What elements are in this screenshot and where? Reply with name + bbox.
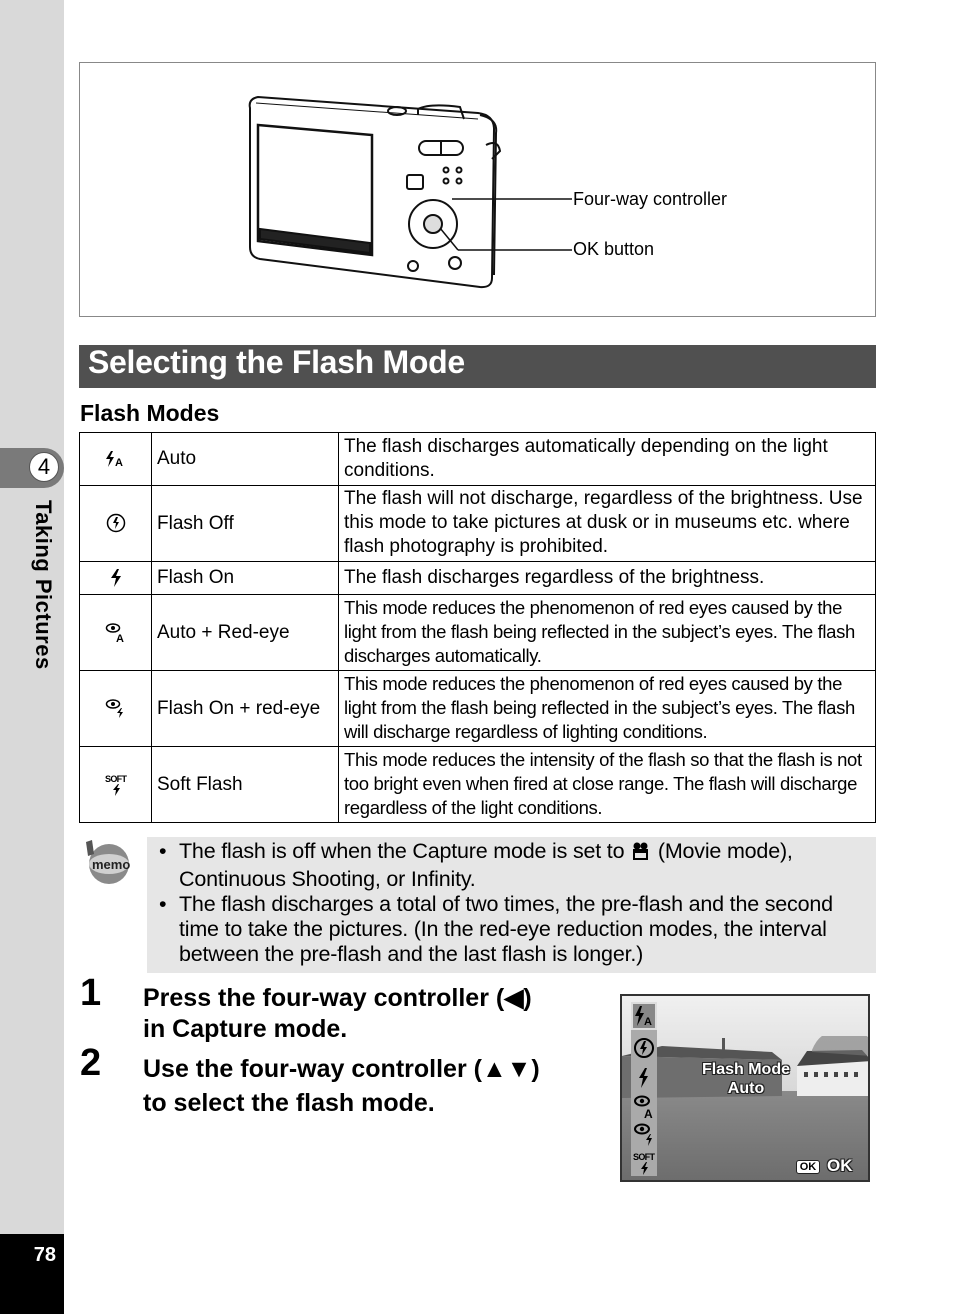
memo-item: The flash discharges a total of two time…	[159, 892, 866, 967]
subsection-title: Flash Modes	[80, 400, 220, 426]
lcd-selected-value: Auto	[727, 1080, 765, 1097]
lcd-menu-item-selected: A	[631, 1002, 657, 1030]
memo-box: The flash is off when the Capture mode i…	[147, 837, 876, 973]
table-row: Flash On The flash discharges regardless…	[79, 561, 876, 595]
svg-text:A: A	[644, 1107, 653, 1120]
page-number: 78	[33, 1244, 56, 1266]
flash-on-icon	[639, 1068, 648, 1088]
section-title: Selecting the Flash Mode	[88, 344, 465, 380]
lcd-ok-key: OK	[796, 1160, 820, 1174]
flash-off-icon	[634, 1038, 654, 1058]
table-row: Flash Off The flash will not discharge, …	[79, 485, 876, 562]
camera-illustration: Four-way controller OK button	[79, 62, 876, 317]
lcd-menu-item	[631, 1038, 657, 1066]
step-instruction: Press the four-way controller (◀) in Cap…	[143, 984, 532, 1043]
mode-name: Flash On	[151, 561, 339, 595]
lcd-menu-item: SOFT	[631, 1150, 657, 1178]
svg-text:SOFT: SOFT	[633, 1152, 656, 1162]
flash-on-icon	[110, 568, 121, 587]
svg-text:A: A	[116, 633, 124, 643]
step-number: 2	[80, 1042, 102, 1084]
mode-description: The flash discharges automatically depen…	[338, 432, 876, 486]
memo-item: The flash is off when the Capture mode i…	[159, 839, 866, 892]
svg-text:SOFT: SOFT	[105, 774, 128, 784]
flash-on-red-eye-icon	[634, 1123, 652, 1146]
mode-description: This mode reduces the phenomenon of red …	[338, 670, 876, 747]
callout-ok-button: OK button	[573, 239, 655, 259]
lcd-screen-preview: A A SOFT Flash Mode Auto OK OK	[620, 994, 870, 1182]
svg-text:A: A	[644, 1016, 652, 1028]
soft-flash-icon: SOFT	[633, 1152, 656, 1175]
svg-text:A: A	[115, 457, 123, 468]
callout-four-way-controller: Four-way controller	[573, 189, 728, 209]
lcd-ok-label: OK	[827, 1156, 853, 1175]
mode-description: The flash discharges regardless of the b…	[338, 561, 876, 595]
flash-modes-table: A Auto The flash discharges automaticall…	[79, 432, 876, 823]
step-number: 1	[80, 972, 102, 1014]
chapter-number: 4	[29, 452, 59, 482]
camera-drawing	[248, 95, 572, 289]
flash-auto-icon: A	[635, 1006, 652, 1028]
mode-description: The flash will not discharge, regardless…	[338, 485, 876, 562]
mode-name: Auto	[151, 432, 339, 486]
memo-icon: memo	[82, 838, 132, 891]
flash-off-icon	[106, 514, 125, 533]
mode-description: This mode reduces the intensity of the f…	[338, 746, 876, 823]
lcd-menu-title: Flash Mode	[701, 1061, 790, 1078]
mode-name: Flash On + red-eye	[151, 670, 339, 747]
mode-name: Flash Off	[151, 485, 339, 562]
table-row: Flash On + red-eye This mode reduces the…	[79, 670, 876, 747]
lcd-menu-item: A	[631, 1094, 657, 1122]
mode-description: This mode reduces the phenomenon of red …	[338, 594, 876, 671]
mode-name: Soft Flash	[151, 746, 339, 823]
table-row: A Auto + Red-eye This mode reduces the p…	[79, 594, 876, 671]
flash-on-red-eye-icon	[105, 699, 123, 719]
auto-red-eye-icon: A	[105, 623, 124, 643]
step-instruction: Use the four-way controller (▲▼) to sele…	[143, 1055, 540, 1117]
lcd-menu-item	[631, 1066, 657, 1094]
soft-flash-icon: SOFT	[105, 774, 128, 797]
flash-auto-icon: A	[105, 450, 123, 468]
table-row: A Auto The flash discharges automaticall…	[79, 432, 876, 486]
mode-name: Auto + Red-eye	[151, 594, 339, 671]
lcd-flash-menu: A A SOFT	[631, 1002, 657, 1176]
chapter-title: Taking Pictures	[31, 500, 56, 670]
table-row: SOFT Soft Flash This mode reduces the in…	[79, 746, 876, 823]
movie-mode-icon	[630, 841, 652, 867]
lcd-menu-item	[631, 1122, 657, 1150]
auto-red-eye-icon: A	[634, 1095, 653, 1121]
svg-text:memo: memo	[92, 857, 130, 872]
